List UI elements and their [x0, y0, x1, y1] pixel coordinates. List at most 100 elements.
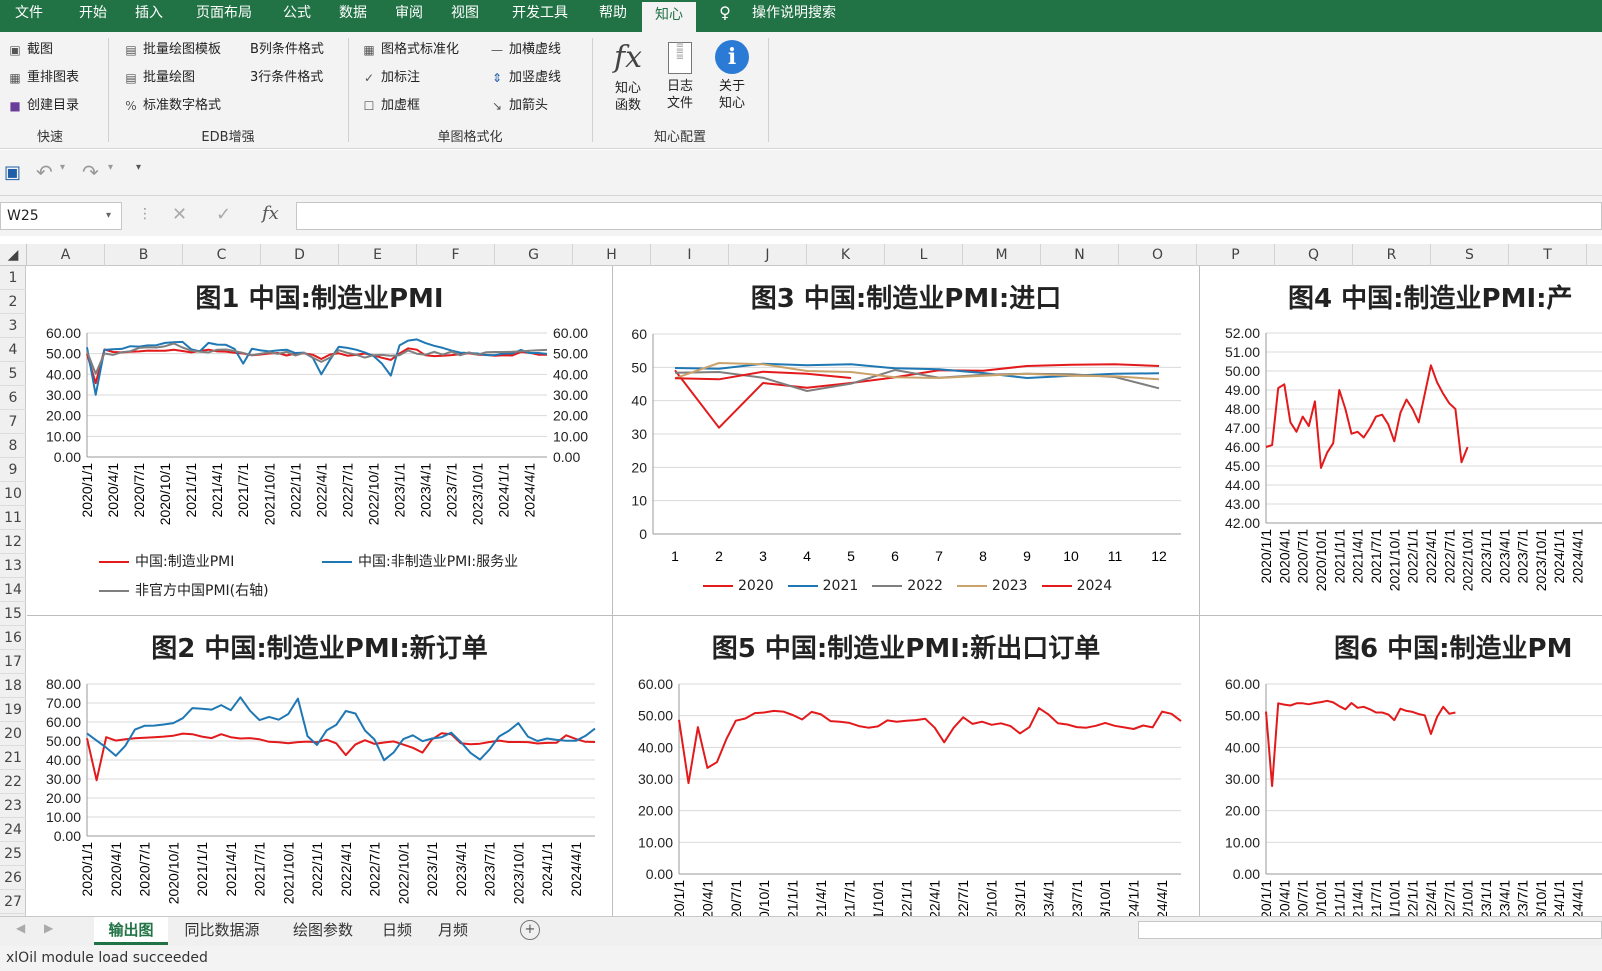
- row-header[interactable]: 8: [0, 434, 26, 458]
- column-header[interactable]: A: [27, 244, 105, 266]
- chevron-down-icon[interactable]: ▾: [60, 162, 65, 173]
- tab-data[interactable]: 数据: [330, 0, 376, 32]
- row-header[interactable]: 25: [0, 842, 26, 866]
- row3-format-button[interactable]: 3行条件格式: [250, 68, 323, 88]
- column-header[interactable]: K: [807, 244, 885, 266]
- column-header[interactable]: S: [1431, 244, 1509, 266]
- row-header[interactable]: 20: [0, 722, 26, 746]
- row-header[interactable]: 17: [0, 650, 26, 674]
- column-header[interactable]: B: [105, 244, 183, 266]
- cancel-icon[interactable]: ✕: [172, 204, 187, 225]
- sheet-tab-monthly[interactable]: 月频: [428, 917, 478, 945]
- chart-fig5[interactable]: 图5 中国:制造业PMI:新出口订单 0.00 10.00 20.00 30.00 40…: [613, 616, 1199, 916]
- column-header[interactable]: O: [1119, 244, 1197, 266]
- sheet-tab-output[interactable]: 输出图: [94, 917, 168, 945]
- add-vline-button[interactable]: ⇕ 加竖虚线: [490, 68, 561, 88]
- column-header[interactable]: P: [1197, 244, 1275, 266]
- chart-fig4[interactable]: 图4 中国:制造业PMI:产 42.00 43.00 44.00 45.00 46.00…: [1200, 266, 1602, 615]
- row-header[interactable]: 7: [0, 410, 26, 434]
- tab-zhixin[interactable]: 知心: [642, 0, 696, 32]
- add-label-button[interactable]: ✓ 加标注: [362, 68, 420, 88]
- chart-fig3[interactable]: 图3 中国:制造业PMI:进口 0 10 20 30 40 50 60 1 2 3 4 5 6 7 8 9 10…: [613, 266, 1199, 615]
- chevron-down-icon[interactable]: ▾: [108, 162, 113, 173]
- rearrange-charts-button[interactable]: ▦ 重排图表: [8, 68, 79, 88]
- batch-template-button[interactable]: ▤ 批量绘图模板: [124, 40, 221, 60]
- formula-input[interactable]: [296, 202, 1602, 230]
- customize-qat-icon[interactable]: ▾: [136, 162, 141, 173]
- row-header[interactable]: 19: [0, 698, 26, 722]
- scroll-left-icon[interactable]: ◀: [16, 921, 25, 935]
- add-dashed-box-button[interactable]: ☐ 加虚框: [362, 96, 420, 116]
- chevron-down-icon[interactable]: ▾: [106, 210, 111, 221]
- row-header[interactable]: 2: [0, 290, 26, 314]
- tab-formulas[interactable]: 公式: [274, 0, 320, 32]
- add-hline-button[interactable]: — 加横虚线: [490, 40, 561, 60]
- column-header[interactable]: H: [573, 244, 651, 266]
- row-header[interactable]: 26: [0, 866, 26, 890]
- row-header[interactable]: 22: [0, 770, 26, 794]
- tab-view[interactable]: 视图: [442, 0, 488, 32]
- create-toc-button[interactable]: ■ 创建目录: [8, 96, 79, 116]
- tab-developer[interactable]: 开发工具: [500, 0, 580, 32]
- add-sheet-icon[interactable]: +: [520, 920, 540, 940]
- row-header[interactable]: 27: [0, 890, 26, 914]
- row-header[interactable]: 21: [0, 746, 26, 770]
- insert-function-icon[interactable]: fx: [262, 203, 279, 224]
- tab-file[interactable]: 文件: [0, 0, 58, 32]
- row-header[interactable]: 11: [0, 506, 26, 530]
- column-header[interactable]: C: [183, 244, 261, 266]
- b-col-format-button[interactable]: B列条件格式: [250, 40, 324, 60]
- column-header[interactable]: I: [651, 244, 729, 266]
- sheet-tab-yoy-source[interactable]: 同比数据源: [172, 917, 272, 945]
- row-header[interactable]: 6: [0, 386, 26, 410]
- confirm-icon[interactable]: ✓: [216, 204, 231, 225]
- row-header[interactable]: 3: [0, 314, 26, 338]
- tab-page-layout[interactable]: 页面布局: [184, 0, 264, 32]
- batch-plot-button[interactable]: ▤ 批量绘图: [124, 68, 195, 88]
- row-header[interactable]: 4: [0, 338, 26, 362]
- tab-review[interactable]: 审阅: [386, 0, 432, 32]
- row-header[interactable]: 24: [0, 818, 26, 842]
- column-header[interactable]: J: [729, 244, 807, 266]
- tab-help[interactable]: 帮助: [590, 0, 636, 32]
- save-icon[interactable]: ▣: [4, 162, 21, 183]
- row-header[interactable]: 13: [0, 554, 26, 578]
- row-header[interactable]: 1: [0, 266, 26, 290]
- zhixin-functions-button[interactable]: fx 知心 函数: [606, 36, 650, 114]
- log-file-button[interactable]: ≡ ≡ ≡ 日志 文件: [658, 36, 702, 112]
- sheet-tab-daily[interactable]: 日频: [372, 917, 422, 945]
- column-header[interactable]: Q: [1275, 244, 1353, 266]
- undo-icon[interactable]: ↶: [36, 160, 53, 184]
- tab-home[interactable]: 开始: [70, 0, 116, 32]
- scroll-right-icon[interactable]: ▶: [44, 921, 53, 935]
- screenshot-button[interactable]: ▣ 截图: [8, 40, 53, 60]
- row-header[interactable]: 18: [0, 674, 26, 698]
- row-header[interactable]: 15: [0, 602, 26, 626]
- row-header[interactable]: 10: [0, 482, 26, 506]
- column-header[interactable]: L: [885, 244, 963, 266]
- about-button[interactable]: i 关于 知心: [710, 36, 754, 112]
- chart-fig6[interactable]: 图6 中国:制造业PM 0.00 10.00 20.00 30.00 40.00 50.0…: [1200, 616, 1602, 916]
- number-format-button[interactable]: % 标准数字格式: [124, 96, 221, 116]
- row-header[interactable]: 12: [0, 530, 26, 554]
- column-header[interactable]: D: [261, 244, 339, 266]
- select-all-corner[interactable]: ◢: [0, 244, 27, 266]
- column-header[interactable]: M: [963, 244, 1041, 266]
- row-header[interactable]: 14: [0, 578, 26, 602]
- column-header[interactable]: F: [417, 244, 495, 266]
- chart-fig2[interactable]: 图2 中国:制造业PMI:新订单 0.00 10.00 20.00 30.00 40.0…: [27, 616, 612, 916]
- chart-fig1[interactable]: 图1 中国:制造业PMI 0.00 10.00 20.00 30.00 40.00 50.…: [27, 266, 612, 615]
- name-box[interactable]: W25: [0, 202, 122, 230]
- chart-standardize-button[interactable]: ▦ 图格式标准化: [362, 40, 459, 60]
- horizontal-scrollbar[interactable]: [1138, 921, 1602, 939]
- worksheet-grid[interactable]: 图1 中国:制造业PMI 0.00 10.00 20.00 30.00 40.00 50.…: [27, 266, 1602, 916]
- column-header[interactable]: E: [339, 244, 417, 266]
- column-header[interactable]: N: [1041, 244, 1119, 266]
- tell-me-search[interactable]: 操作说明搜索: [744, 0, 844, 32]
- row-header[interactable]: 5: [0, 362, 26, 386]
- column-header[interactable]: T: [1509, 244, 1587, 266]
- sheet-tab-plot-params[interactable]: 绘图参数: [280, 917, 366, 945]
- row-header[interactable]: 23: [0, 794, 26, 818]
- add-arrow-button[interactable]: ↘ 加箭头: [490, 96, 548, 116]
- row-header[interactable]: 9: [0, 458, 26, 482]
